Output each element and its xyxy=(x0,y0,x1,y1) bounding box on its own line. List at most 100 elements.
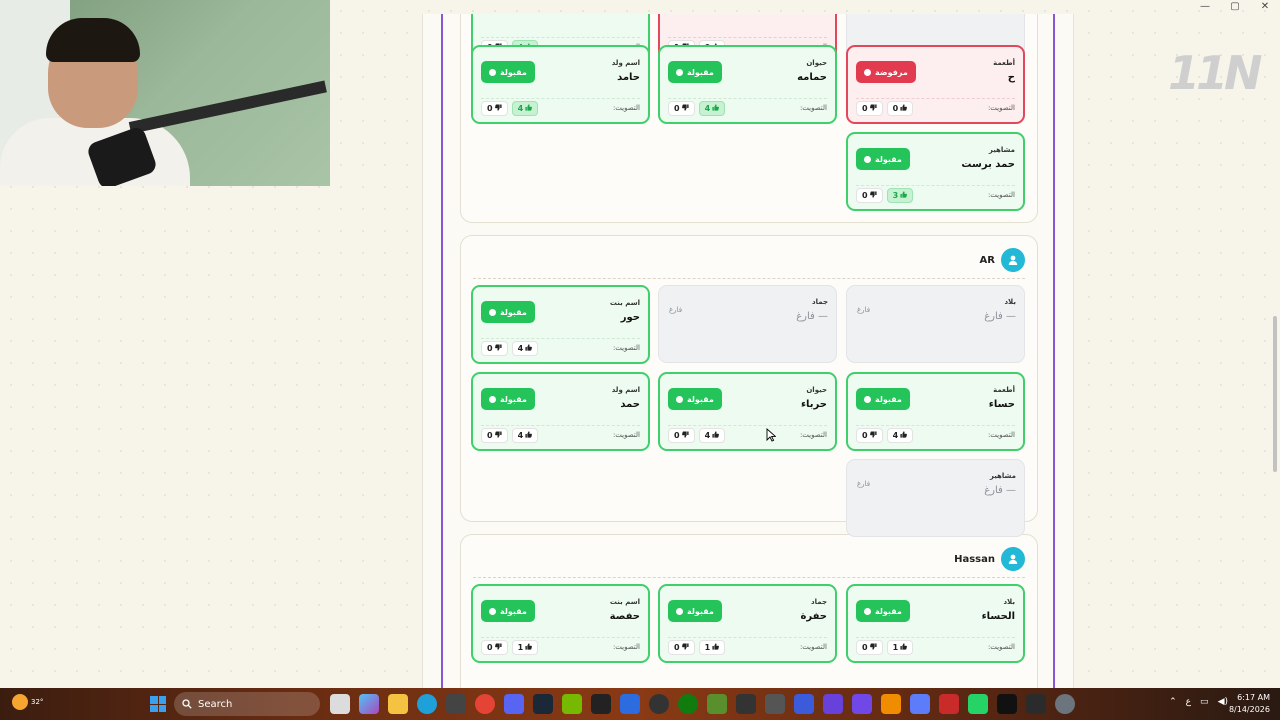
upvote-button[interactable]: 4 xyxy=(511,101,539,116)
weather-widget[interactable]: 32° xyxy=(12,694,43,710)
answer-card: أطعمة ح مرفوضة التصويت: 0 0 xyxy=(846,45,1025,124)
accepted-badge[interactable]: مقبولة xyxy=(856,388,910,410)
downvote-button[interactable]: 0 xyxy=(481,101,508,116)
thumbs-up-icon xyxy=(900,104,908,113)
app-icon[interactable] xyxy=(591,694,611,714)
obs-icon[interactable] xyxy=(649,694,669,714)
tray-chevron-icon[interactable]: ⌃ xyxy=(1169,697,1177,707)
accepted-badge[interactable]: مقبولة xyxy=(668,61,722,83)
accepted-badge[interactable]: مقبولة xyxy=(481,301,535,323)
status-label: مقبولة xyxy=(875,154,902,164)
discord-icon[interactable] xyxy=(504,694,524,714)
answer-category: اسم بنت xyxy=(609,598,640,606)
app-icon[interactable] xyxy=(910,694,930,714)
downvote-button[interactable]: 0 xyxy=(856,188,883,203)
upvote-button[interactable]: 1 xyxy=(698,640,726,655)
search-icon xyxy=(182,699,192,709)
answer-text: حمد xyxy=(620,399,640,410)
vote-row: التصويت: 0 3 xyxy=(856,185,1015,203)
scrollbar-thumb[interactable] xyxy=(1273,316,1277,472)
downvote-button[interactable]: 0 xyxy=(668,101,695,116)
downvote-button[interactable]: 0 xyxy=(856,640,883,655)
downvote-button[interactable]: 0 xyxy=(481,428,508,443)
accepted-badge[interactable]: مقبولة xyxy=(481,61,535,83)
thumbs-up-icon xyxy=(525,643,533,652)
close-button[interactable]: ✕ xyxy=(1250,0,1280,14)
thumbs-up-icon xyxy=(712,431,720,440)
upvote-button[interactable]: 0 xyxy=(886,101,914,116)
vote-label: التصويت: xyxy=(612,431,640,439)
app-icon[interactable] xyxy=(620,694,640,714)
taskbar-search[interactable]: Search xyxy=(174,692,320,716)
accepted-badge[interactable]: مقبولة xyxy=(481,600,535,622)
maximize-button[interactable]: ▢ xyxy=(1220,0,1250,14)
accepted-badge[interactable]: مقبولة xyxy=(856,148,910,170)
upvote-button[interactable]: 4 xyxy=(698,428,726,443)
network-icon[interactable]: ▭ xyxy=(1200,697,1209,707)
status-dot-icon xyxy=(489,68,496,76)
downvote-button[interactable]: 0 xyxy=(481,640,508,655)
app-icon[interactable] xyxy=(794,694,814,714)
steam-icon[interactable] xyxy=(533,694,553,714)
answer-text: حساء xyxy=(988,399,1015,410)
accepted-badge[interactable]: مقبولة xyxy=(856,600,910,622)
upvote-button[interactable]: 4 xyxy=(511,428,539,443)
app-icon[interactable] xyxy=(997,694,1017,714)
file-explorer-icon[interactable] xyxy=(388,694,408,714)
vote-pills: 0 4 xyxy=(856,428,914,443)
app-icon[interactable] xyxy=(852,694,872,714)
downvote-button[interactable]: 0 xyxy=(856,101,883,116)
webcam-person-hair xyxy=(46,18,140,62)
answer-card: جماد — فارغ فارغ xyxy=(658,285,837,363)
epic-games-icon[interactable] xyxy=(1026,694,1046,714)
upvote-button[interactable]: 1 xyxy=(886,640,914,655)
nvidia-icon[interactable] xyxy=(562,694,582,714)
downvote-count: 0 xyxy=(674,431,680,440)
downvote-count: 0 xyxy=(674,104,680,113)
tray-lang[interactable]: ع xyxy=(1186,697,1191,707)
app-icon[interactable] xyxy=(881,694,901,714)
minimize-button[interactable]: — xyxy=(1190,0,1220,14)
vote-label: التصويت: xyxy=(799,431,827,439)
calculator-icon[interactable] xyxy=(446,694,466,714)
pinned-apps xyxy=(330,694,1075,714)
windows-start-icon[interactable] xyxy=(150,696,166,712)
app-icon[interactable] xyxy=(736,694,756,714)
volume-icon[interactable]: ◀) xyxy=(1218,697,1228,707)
status-dot-icon xyxy=(676,395,683,403)
xbox-icon[interactable] xyxy=(678,694,698,714)
task-view-icon[interactable] xyxy=(330,694,350,714)
clock-date: 8/14/2026 xyxy=(1228,705,1270,714)
settings-icon[interactable] xyxy=(1055,694,1075,714)
upvote-button[interactable]: 3 xyxy=(886,188,914,203)
upvote-count: 1 xyxy=(704,643,711,652)
minecraft-icon[interactable] xyxy=(707,694,727,714)
downvote-button[interactable]: 0 xyxy=(668,640,695,655)
app-icon[interactable] xyxy=(765,694,785,714)
chrome-icon[interactable] xyxy=(475,694,495,714)
downvote-button[interactable]: 0 xyxy=(481,341,508,356)
taskbar-clock[interactable]: 6:17 AM 8/14/2026 xyxy=(1229,692,1270,716)
upvote-button[interactable]: 4 xyxy=(698,101,726,116)
edge-icon[interactable] xyxy=(417,694,437,714)
thumbs-up-icon xyxy=(900,191,908,200)
app-icon[interactable] xyxy=(939,694,959,714)
status-label: مقبولة xyxy=(500,67,527,77)
whatsapp-icon[interactable] xyxy=(968,694,988,714)
thumbs-down-icon xyxy=(869,643,877,652)
accepted-badge[interactable]: مقبولة xyxy=(481,388,535,410)
app-icon[interactable] xyxy=(823,694,843,714)
downvote-button[interactable]: 0 xyxy=(668,428,695,443)
accepted-badge[interactable]: مقبولة xyxy=(668,388,722,410)
accepted-badge[interactable]: مقبولة xyxy=(668,600,722,622)
windows-taskbar: 32° Search ⌃ ع ▭ ◀) 6:17 AM 8/14/2026 xyxy=(0,688,1280,720)
upvote-button[interactable]: 4 xyxy=(511,341,539,356)
downvote-button[interactable]: 0 xyxy=(856,428,883,443)
upvote-button[interactable]: 4 xyxy=(886,428,914,443)
copilot-icon[interactable] xyxy=(359,694,379,714)
thumbs-down-icon xyxy=(494,643,502,652)
page-scrollbar[interactable] xyxy=(1272,14,1278,688)
upvote-button[interactable]: 1 xyxy=(511,640,539,655)
section-divider xyxy=(473,278,1025,279)
rejected-badge[interactable]: مرفوضة xyxy=(856,61,916,83)
